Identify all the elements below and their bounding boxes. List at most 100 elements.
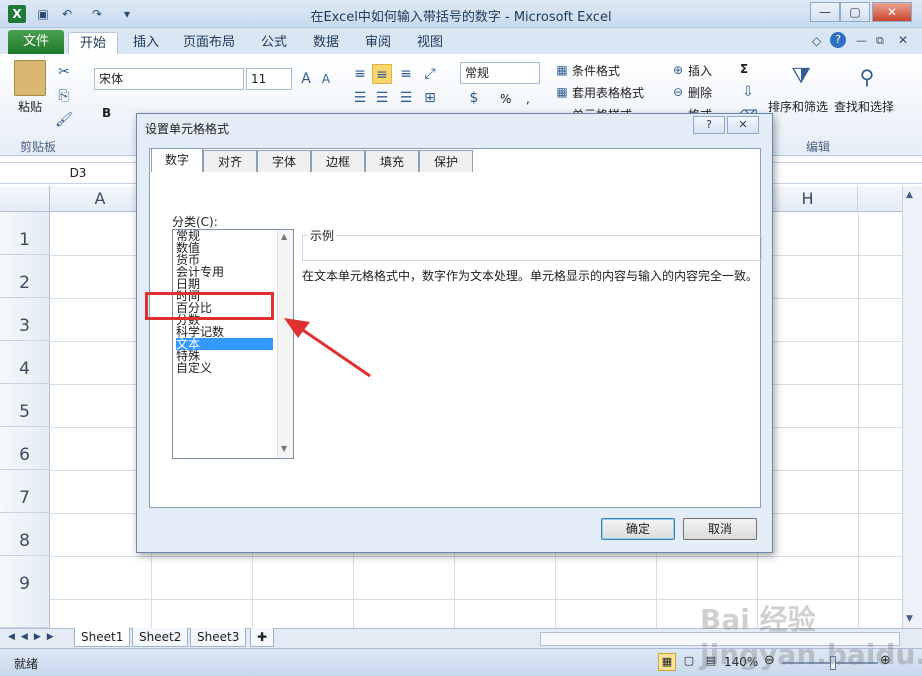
dialog-close-button[interactable]: ✕ <box>727 116 759 134</box>
ok-button[interactable]: 确定 <box>601 518 675 540</box>
sheet-tab-sheet2[interactable]: Sheet2 <box>132 628 189 647</box>
sort-filter-icon[interactable]: ⧩ <box>786 62 816 92</box>
minimize-ribbon-icon[interactable]: ◇ <box>812 34 821 48</box>
row-header-4[interactable]: 4 <box>0 341 50 384</box>
normal-view-icon[interactable]: ▦ <box>658 653 676 671</box>
status-ready: 就绪 <box>14 657 39 671</box>
tab-formulas[interactable]: 公式 <box>254 32 294 54</box>
vertical-scrollbar[interactable]: ▲ ▼ <box>902 186 922 628</box>
cut-icon[interactable]: ✂ <box>54 62 74 82</box>
window-title: 在Excel中如何输入带括号的数字 - Microsoft Excel <box>310 10 612 25</box>
gridline <box>50 556 902 557</box>
gridline <box>858 212 859 628</box>
name-box[interactable]: D3 <box>6 164 150 182</box>
font-size-select[interactable]: 11 <box>246 68 292 90</box>
table-format-icon[interactable]: ▦ <box>552 82 572 102</box>
binoculars-icon[interactable]: ⚲ <box>852 62 882 92</box>
comma-button[interactable]: , <box>526 92 530 106</box>
conditional-format-button[interactable]: 条件格式 <box>572 62 620 79</box>
tab-file[interactable]: 文件 <box>8 30 64 54</box>
dialog-tab-protection[interactable]: 保护 <box>419 150 473 172</box>
bold-button[interactable]: B <box>102 106 111 120</box>
format-description: 在文本单元格格式中，数字作为文本处理。单元格显示的内容与输入的内容完全一致。 <box>302 269 759 283</box>
scroll-down-icon[interactable]: ▼ <box>281 444 287 453</box>
number-format-select[interactable]: 常规 <box>460 62 540 84</box>
align-top-icon[interactable]: ≡ <box>350 64 370 84</box>
insert-cells-icon[interactable]: ⊕ <box>668 60 688 80</box>
scroll-up-icon[interactable]: ▲ <box>906 190 913 200</box>
orientation-icon[interactable]: ⤢ <box>420 64 440 84</box>
percent-button[interactable]: % <box>500 92 511 106</box>
dialog-tab-number[interactable]: 数字 <box>151 148 203 172</box>
row-header-6[interactable]: 6 <box>0 427 50 470</box>
dialog-tab-border[interactable]: 边框 <box>311 150 365 172</box>
font-name-select[interactable]: 宋体 <box>94 68 244 90</box>
align-middle-icon[interactable]: ≡ <box>372 64 392 84</box>
row-header-9[interactable]: 9 <box>0 556 50 628</box>
help-icon[interactable]: ? <box>830 32 846 48</box>
currency-icon[interactable]: $ <box>464 88 484 108</box>
title-bar: X ▣ ↶ ↷ ▾ 在Excel中如何输入带括号的数字 - Microsoft … <box>0 0 922 28</box>
delete-cells-icon[interactable]: ⊖ <box>668 82 688 102</box>
close-window-button[interactable]: ✕ <box>872 2 912 22</box>
row-header-1[interactable]: 1 <box>0 212 50 255</box>
tab-data[interactable]: 数据 <box>306 32 346 54</box>
sheet-tab-sheet3[interactable]: Sheet3 <box>190 628 247 647</box>
select-all-corner[interactable] <box>0 186 50 212</box>
sheet-nav-icon[interactable]: ◀◀▶▶ <box>8 632 60 642</box>
tab-page-layout[interactable]: 页面布局 <box>178 32 240 54</box>
column-header-h[interactable]: H <box>758 186 858 212</box>
editing-group-label: 编辑 <box>806 140 831 154</box>
paste-label[interactable]: 粘贴 <box>18 98 42 115</box>
copy-icon[interactable]: ⎘ <box>54 86 74 106</box>
align-right-icon[interactable]: ☰ <box>396 88 416 108</box>
insert-sheet-icon[interactable]: ✚ <box>250 628 275 647</box>
tab-insert[interactable]: 插入 <box>126 32 166 54</box>
delete-cells-button[interactable]: 删除 <box>688 84 712 101</box>
row-header-8[interactable]: 8 <box>0 513 50 556</box>
annotation-arrow <box>284 318 371 378</box>
sample-box <box>302 235 762 261</box>
conditional-format-icon[interactable]: ▦ <box>552 60 572 80</box>
format-painter-icon[interactable]: 🖌 <box>54 110 74 130</box>
fill-icon[interactable]: ⇩ <box>738 82 758 102</box>
shrink-font-icon[interactable]: A <box>316 69 336 89</box>
cancel-button[interactable]: 取消 <box>683 518 757 540</box>
workbook-minimize-icon[interactable]: — <box>856 34 867 47</box>
maximize-button[interactable]: ▢ <box>840 2 870 22</box>
tab-view[interactable]: 视图 <box>410 32 450 54</box>
merge-center-icon[interactable]: ⊞ <box>420 88 440 108</box>
tab-review[interactable]: 审阅 <box>358 32 398 54</box>
insert-cells-button[interactable]: 插入 <box>688 62 712 79</box>
sort-filter-button[interactable]: 排序和筛选 <box>768 98 828 115</box>
row-header-3[interactable]: 3 <box>0 298 50 341</box>
paste-icon[interactable] <box>14 60 46 96</box>
row-header-2[interactable]: 2 <box>0 255 50 298</box>
page-layout-view-icon[interactable]: ▢ <box>680 653 698 671</box>
table-format-button[interactable]: 套用表格格式 <box>572 84 644 101</box>
scroll-up-icon[interactable]: ▲ <box>281 232 287 241</box>
align-center-icon[interactable]: ☰ <box>372 88 392 108</box>
workbook-restore-icon[interactable]: ⧉ <box>876 34 884 48</box>
category-list[interactable]: 常规 数值 货币 会计专用 日期 时间 百分比 分数 科学记数 文本 特殊 自定… <box>172 229 294 459</box>
dialog-title: 设置单元格格式 <box>145 122 230 136</box>
tab-home[interactable]: 开始 <box>68 32 118 54</box>
grow-font-icon[interactable]: A <box>296 69 316 89</box>
dialog-tab-fill[interactable]: 填充 <box>365 150 419 172</box>
row-header-5[interactable]: 5 <box>0 384 50 427</box>
autosum-button[interactable]: Σ <box>740 62 748 76</box>
category-item[interactable]: 自定义 <box>176 362 273 374</box>
dialog-tab-alignment[interactable]: 对齐 <box>203 150 257 172</box>
align-left-icon[interactable]: ☰ <box>350 88 370 108</box>
dialog-tab-font[interactable]: 字体 <box>257 150 311 172</box>
dialog-help-button[interactable]: ? <box>693 116 725 134</box>
annotation-highlight-box <box>145 292 274 320</box>
minimize-button[interactable]: — <box>810 2 840 22</box>
align-bottom-icon[interactable]: ≡ <box>396 64 416 84</box>
find-select-button[interactable]: 查找和选择 <box>834 98 894 115</box>
row-header-7[interactable]: 7 <box>0 470 50 513</box>
watermark: Bai 经验 jingyan.baidu.com <box>700 603 922 671</box>
format-cells-dialog: 设置单元格格式 ? ✕ 分类(C): 常规 数值 货币 会计专用 日期 时间 百… <box>136 113 773 553</box>
sheet-tab-sheet1[interactable]: Sheet1 <box>74 628 131 647</box>
workbook-close-icon[interactable]: ✕ <box>898 33 908 47</box>
